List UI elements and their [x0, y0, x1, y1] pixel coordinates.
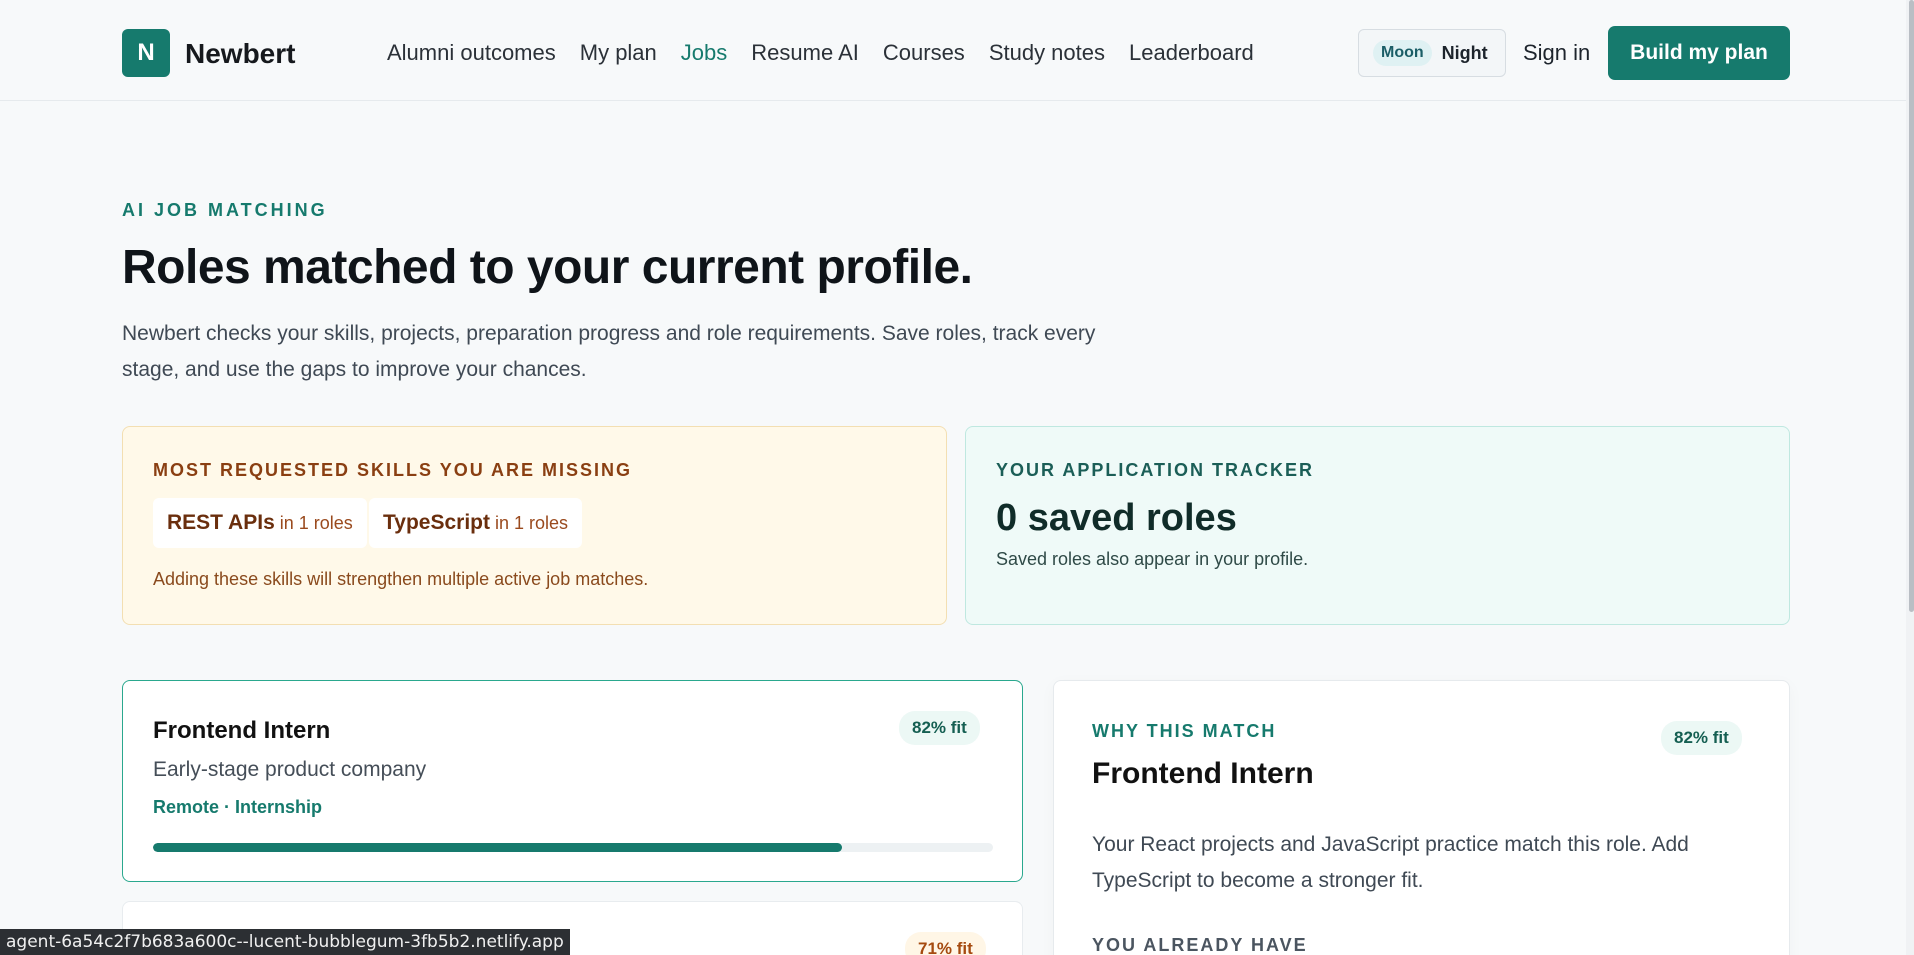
build-my-plan-button[interactable]: Build my plan — [1608, 26, 1790, 80]
top-navigation: N Newbert Alumni outcomes My plan Jobs R… — [0, 0, 1914, 101]
why-label: WHY THIS MATCH — [1092, 721, 1277, 741]
job-card-frontend-intern[interactable]: Frontend Intern 82% fit Early-stage prod… — [122, 680, 1023, 882]
status-bar-url: agent-6a54c2f7b683a600c--lucent-bubblegu… — [0, 929, 570, 955]
missing-skills-label: MOST REQUESTED SKILLS YOU ARE MISSING — [153, 460, 633, 480]
fit-progress-bar — [153, 843, 993, 852]
skill-count: in 1 roles — [494, 512, 569, 533]
nav-leaderboard[interactable]: Leaderboard — [1129, 40, 1254, 66]
theme-toggle[interactable]: Moon Night — [1358, 29, 1506, 77]
sign-in-link[interactable]: Sign in — [1523, 40, 1590, 66]
skill-count: in 1 roles — [279, 512, 353, 533]
application-tracker-card: YOUR APPLICATION TRACKER 0 saved roles S… — [965, 426, 1790, 625]
fit-progress-fill — [153, 843, 842, 852]
nav-my-plan[interactable]: My plan — [580, 40, 657, 66]
skill-chip-typescript[interactable]: TypeScript in 1 roles — [369, 498, 583, 548]
section-eyebrow: AI JOB MATCHING — [122, 200, 328, 220]
brand-name[interactable]: Newbert — [185, 38, 295, 70]
saved-roles-count: 0 saved roles — [996, 497, 1237, 539]
job-meta: Remote · Internship — [153, 797, 323, 817]
logo-icon[interactable]: N — [122, 29, 170, 77]
page-description: Newbert checks your skills, projects, pr… — [122, 322, 1096, 381]
nav-courses[interactable]: Courses — [883, 40, 965, 66]
why-fit-badge: 82% fit — [1661, 721, 1742, 755]
job-company: Early-stage product company — [153, 758, 427, 781]
scrollbar-thumb[interactable] — [1909, 0, 1914, 612]
tracker-subtext: Saved roles also appear in your profile. — [996, 549, 1309, 569]
why-job-title: Frontend Intern — [1092, 757, 1314, 790]
job-title: Frontend Intern — [153, 717, 331, 744]
page-title: Roles matched to your current profile. — [122, 241, 973, 294]
fit-badge: 71% fit — [905, 932, 986, 955]
skill-chip-rest-apis[interactable]: REST APIs in 1 roles — [153, 498, 367, 548]
nav-resume-ai[interactable]: Resume AI — [751, 40, 859, 66]
nav-jobs[interactable]: Jobs — [681, 40, 727, 66]
fit-badge: 82% fit — [899, 711, 980, 745]
nav-study-notes[interactable]: Study notes — [989, 40, 1105, 66]
theme-moon-pill: Moon — [1373, 40, 1432, 66]
why-description: Your React projects and JavaScript pract… — [1092, 833, 1689, 892]
theme-night-label: Night — [1441, 42, 1488, 63]
skill-name: TypeScript — [383, 511, 490, 534]
nav-alumni-outcomes[interactable]: Alumni outcomes — [387, 40, 556, 66]
missing-skills-card: MOST REQUESTED SKILLS YOU ARE MISSING RE… — [122, 426, 947, 625]
missing-skills-note: Adding these skills will strengthen mult… — [153, 569, 649, 589]
main-nav: Alumni outcomes My plan Jobs Resume AI C… — [387, 40, 1278, 66]
why-this-match-panel: WHY THIS MATCH 82% fit Frontend Intern Y… — [1053, 680, 1790, 955]
skill-name: REST APIs — [167, 511, 275, 534]
you-already-have-label: YOU ALREADY HAVE — [1092, 935, 1308, 955]
tracker-label: YOUR APPLICATION TRACKER — [996, 460, 1314, 480]
